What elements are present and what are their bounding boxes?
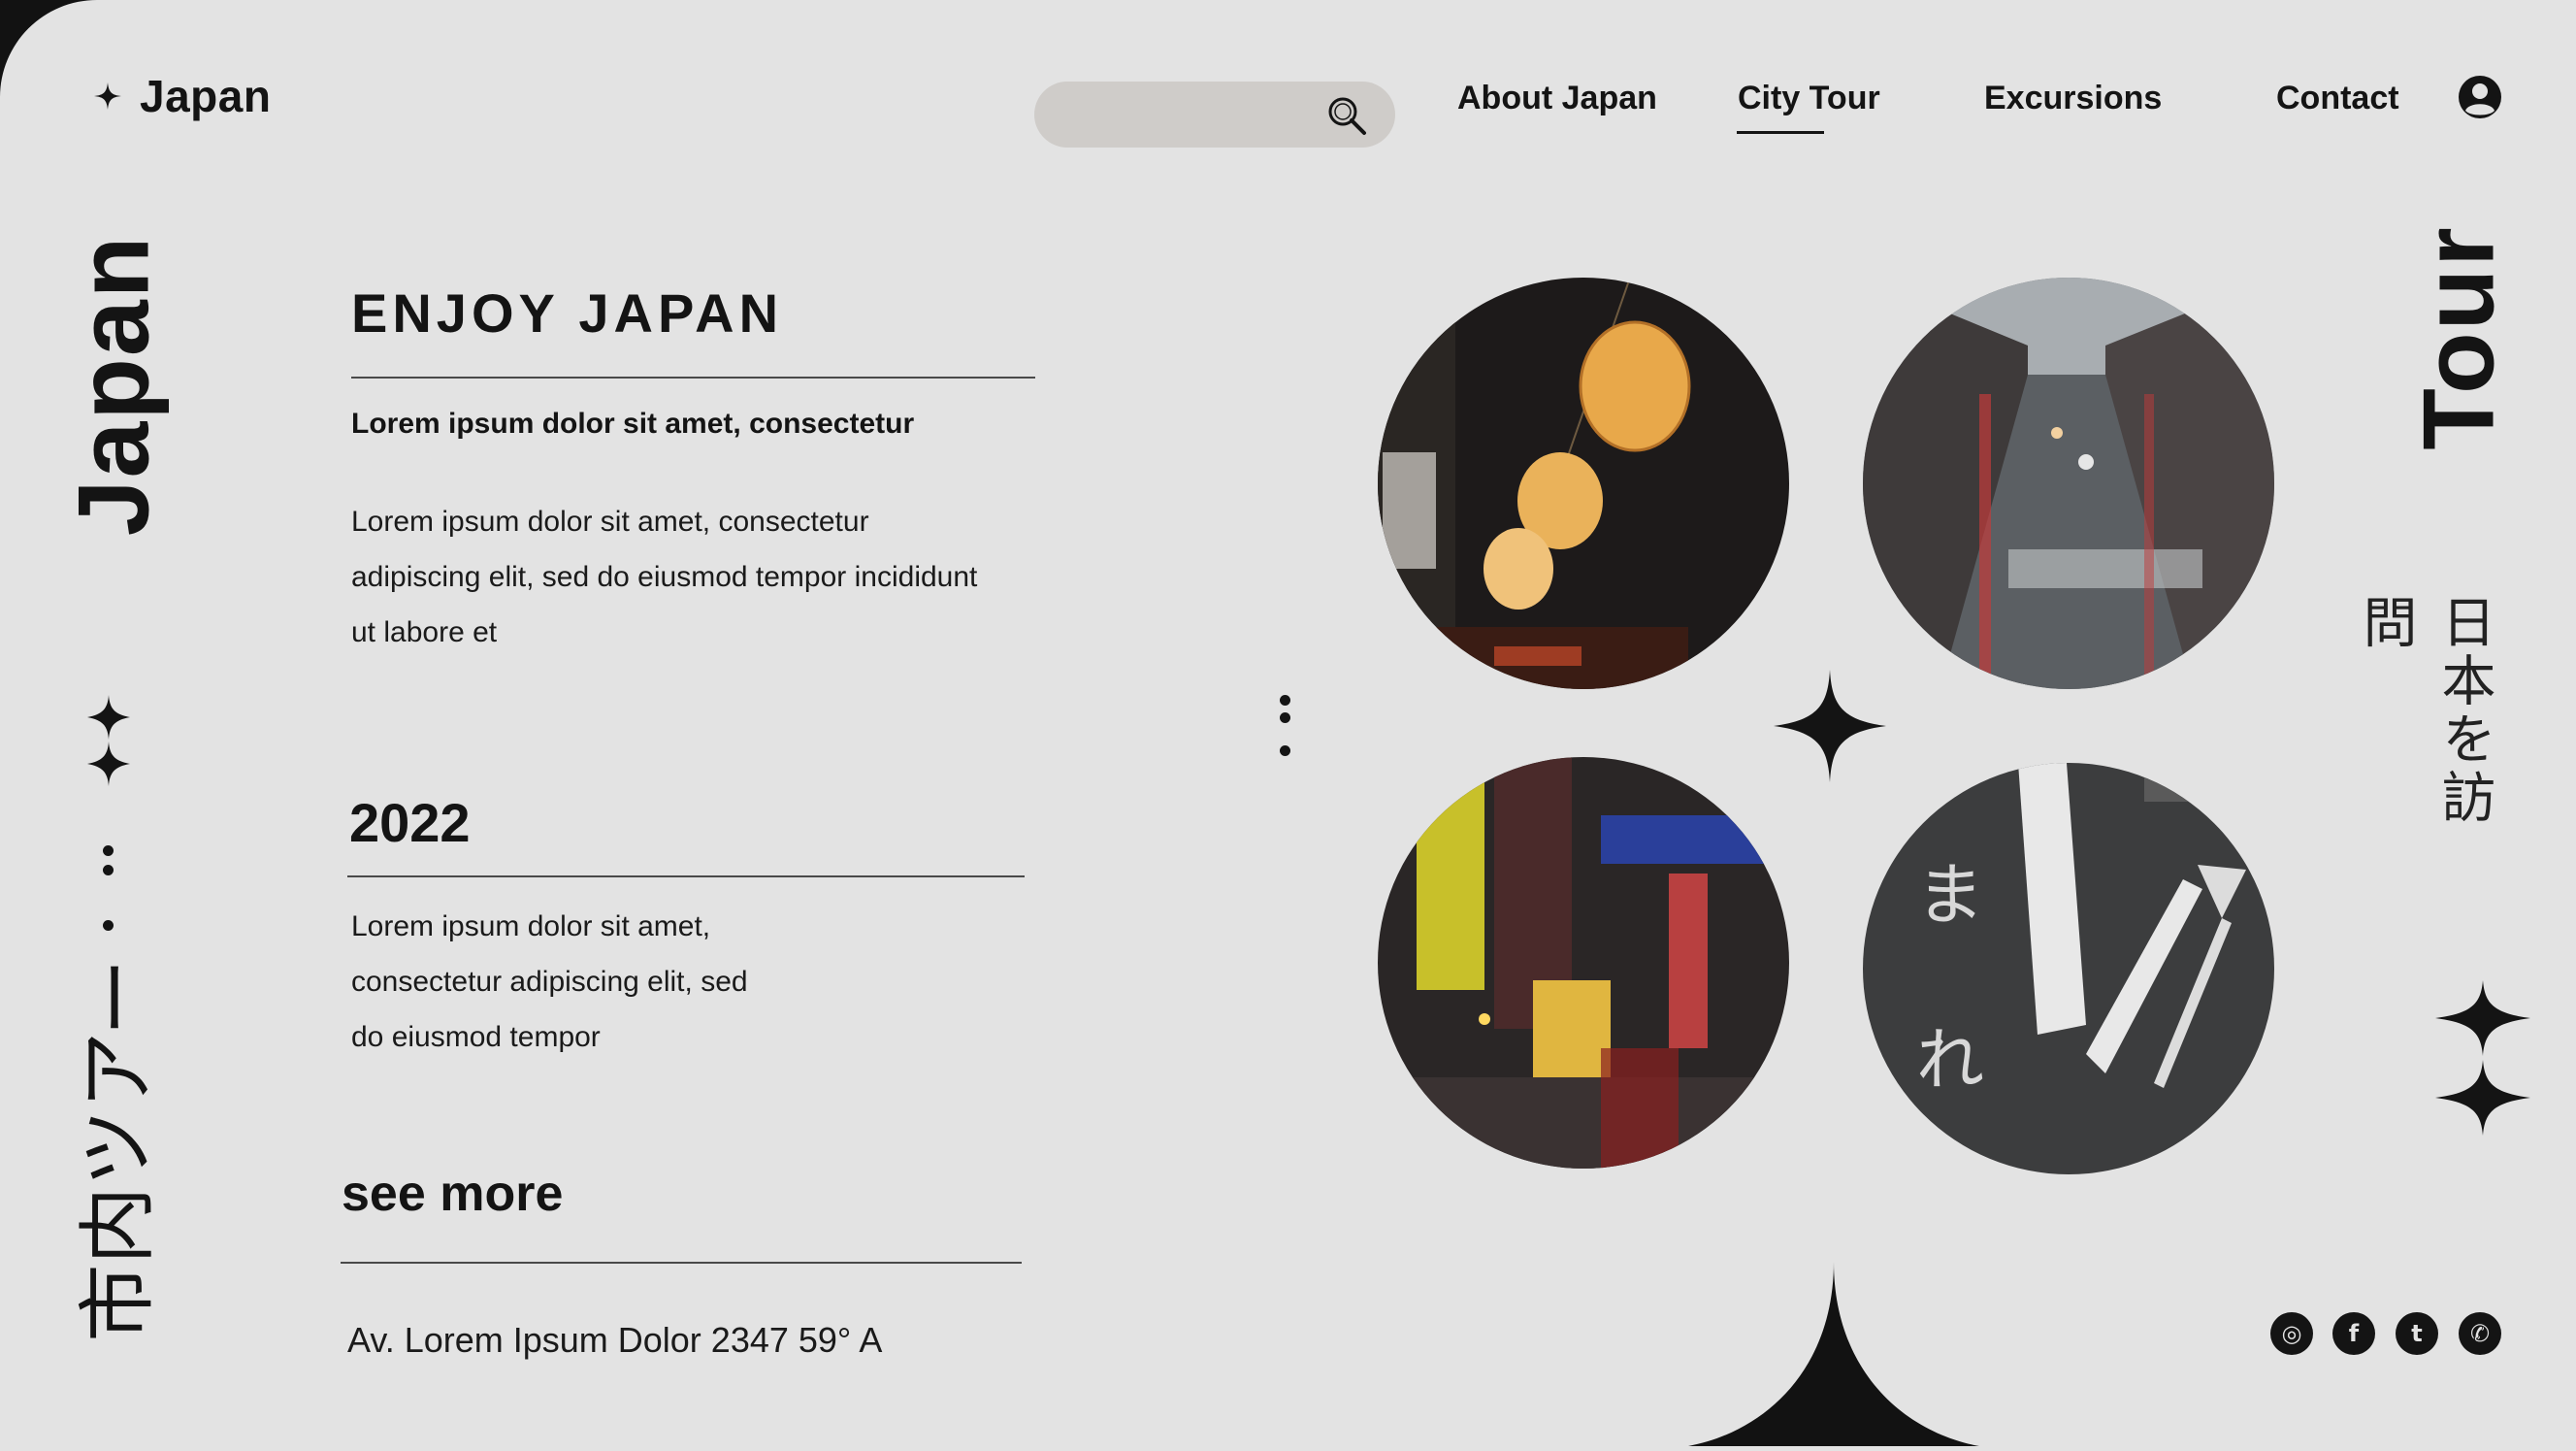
side-japanese-city-tour: 市内ツアー	[73, 958, 163, 1342]
brand-name: Japan	[140, 71, 272, 121]
search-bar[interactable]	[1034, 82, 1395, 149]
twitter-icon[interactable]: t	[2396, 1312, 2438, 1355]
whatsapp-icon[interactable]: ✆	[2459, 1312, 2501, 1355]
instagram-icon[interactable]: ◎	[2270, 1312, 2313, 1355]
divider	[341, 1262, 1022, 1264]
decor-dot	[1280, 712, 1290, 723]
see-more-link[interactable]: see more	[342, 1165, 563, 1223]
center-sparkle-icon	[1774, 670, 1886, 782]
side-title-japan: Japan	[57, 234, 171, 537]
nav-contact[interactable]: Contact	[2276, 80, 2399, 117]
sparkle-icon	[94, 82, 121, 110]
page-heading: ENJOY JAPAN	[351, 282, 784, 344]
decor-dot	[103, 865, 114, 875]
nav-city-tour[interactable]: City Tour	[1738, 80, 1880, 117]
svg-text:れ: れ	[1916, 1020, 1984, 1100]
decor-dot	[1280, 745, 1290, 756]
shibuya-street-photo[interactable]	[1378, 757, 1789, 1169]
subheading: Lorem ipsum dolor sit amet, consectetur	[351, 408, 915, 440]
decor-dot	[103, 920, 114, 931]
double-sparkle-icon-right	[2435, 980, 2530, 1136]
corner-shape-top-left	[0, 0, 97, 97]
address-text: Av. Lorem Ipsum Dolor 2347 59° A	[347, 1320, 883, 1360]
year-heading: 2022	[349, 792, 471, 853]
nav-excursions[interactable]: Excursions	[1984, 80, 2162, 117]
rainy-street-photo[interactable]	[1863, 278, 2274, 689]
side-japanese-visit-japan: 日本を訪問	[2354, 594, 2495, 827]
user-account-icon[interactable]	[2457, 74, 2503, 120]
search-input[interactable]	[1060, 82, 1335, 149]
road-markings-photo[interactable]: ま れ	[1863, 763, 2274, 1174]
nav-about-japan[interactable]: About Japan	[1457, 80, 1657, 117]
svg-text:ま: ま	[1916, 855, 1984, 935]
search-icon[interactable]	[1325, 94, 1368, 137]
decor-dot	[1280, 695, 1290, 706]
intro-paragraph: Lorem ipsum dolor sit amet, consectetur …	[351, 506, 978, 648]
double-sparkle-icon-left	[87, 695, 130, 786]
lanterns-photo[interactable]	[1378, 278, 1789, 689]
nav-active-indicator	[1737, 131, 1824, 134]
divider	[351, 377, 1035, 379]
brand-logo[interactable]: Japan	[93, 70, 271, 122]
year-paragraph: Lorem ipsum dolor sit amet, consectetur …	[351, 910, 748, 1053]
side-title-tour: Tour	[2402, 225, 2516, 450]
divider	[347, 875, 1025, 877]
bottom-spike-shape	[1688, 1262, 1979, 1446]
facebook-icon[interactable]: f	[2332, 1312, 2375, 1355]
decor-dot	[103, 845, 114, 856]
